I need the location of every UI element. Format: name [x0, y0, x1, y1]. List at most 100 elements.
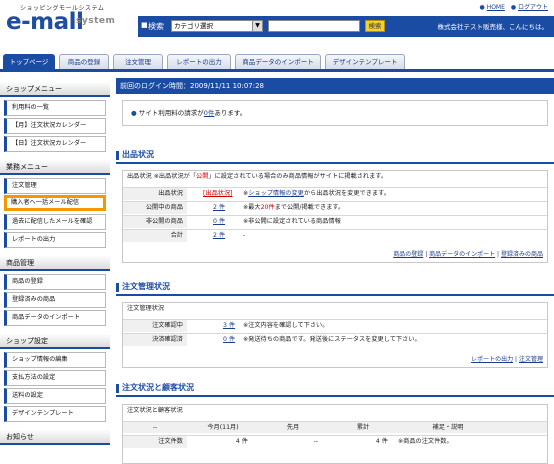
tab-bar: トップページ 商品の登録 注文管理 レポートの出力 商品データのインポート デザ…: [0, 50, 554, 72]
customers-box: 注文状況と顧客状況 -- 今月(11月) 先月 累計 補足・説明 注文件数 4 …: [122, 404, 548, 464]
search-input[interactable]: [268, 20, 360, 32]
sidebar-item-product-register[interactable]: 商品の登録: [4, 274, 106, 290]
logout-icon: ●: [510, 4, 517, 11]
tab-report-output[interactable]: レポートの出力: [167, 54, 231, 69]
total-count[interactable]: 2 件: [213, 230, 243, 242]
sidebar-item-design-template[interactable]: デザインテンプレート: [4, 406, 106, 422]
customers-caption: 注文状況と顧客状況: [127, 407, 183, 414]
column-header: 今月(11月): [207, 424, 239, 431]
table-row: 決済確認済 0 件 ※発送待ちの商品です。発送後にステータスを変更して下さい。: [123, 333, 547, 346]
logout-link[interactable]: ログアウト: [518, 4, 548, 11]
chevron-down-icon[interactable]: ▼: [252, 21, 262, 31]
row-label: 合計: [123, 230, 187, 242]
user-greeting: 株式会社テスト販売様、こんにちは。: [437, 23, 549, 31]
customers-section-title: 注文状況と顧客状況: [116, 381, 554, 397]
sidebar-shop-settings-title: ショップ設定: [0, 334, 110, 349]
sidebar-item-daily-calendar[interactable]: 【日】注文状況カレンダー: [4, 136, 106, 152]
total-value: 4 件: [375, 438, 388, 445]
tab-product-import[interactable]: 商品データのインポート: [235, 54, 321, 69]
row-note: ※最大20件まで公開/掲載できます。: [243, 204, 345, 211]
last-login-bar: 前回のログイン時間：2009/11/11 10:07:28: [116, 78, 554, 94]
table-row: 注文件数 4 件 -- 4 件 ※商品の注文件数。: [123, 435, 547, 448]
notice-suffix: あります。: [214, 109, 247, 117]
home-link[interactable]: HOME: [487, 4, 505, 11]
sidebar-item-monthly-calendar[interactable]: 【月】注文状況カレンダー: [4, 118, 106, 134]
sidebar-work-menu-title: 業務メニュー: [0, 160, 110, 175]
logo[interactable]: e-mall: [6, 11, 84, 34]
paid-count[interactable]: 0 件: [223, 334, 243, 346]
sidebar-news-title: お知らせ: [0, 430, 110, 445]
sidebar-item-product-import[interactable]: 商品データのインポート: [4, 310, 106, 326]
sidebar-item-report[interactable]: レポートの出力: [4, 232, 106, 248]
orders-section-title: 注文管理状況: [116, 280, 554, 296]
search-icon: ■: [141, 21, 148, 29]
table-row: 出品状況 [出品状況] ※ショップ情報の変更から出品状況を変更できます。: [123, 187, 547, 200]
pending-count[interactable]: 3 件: [223, 320, 243, 332]
category-select[interactable]: カテゴリ選択 ▼: [171, 20, 263, 32]
search-bar: ■ 検索 カテゴリ選択 ▼ 検索 株式会社テスト販売様、こんにちは。: [138, 16, 554, 37]
row-label: 出品状況: [123, 188, 187, 200]
bullet-icon: ●: [131, 109, 137, 117]
listing-box: 出品状況 ※出品状況が「公開」に設定されている場合のみ商品情報がサイトに掲載され…: [122, 170, 548, 263]
row-note: ※非公開に設定されている商品情報: [243, 218, 341, 225]
sidebar-item-payment-settings[interactable]: 支払方法の設定: [4, 370, 106, 386]
order-management-link[interactable]: 注文管理: [519, 356, 543, 363]
sidebar-item-shop-info[interactable]: ショップ情報の編集: [4, 352, 106, 368]
column-header: 補足・説明: [432, 424, 464, 431]
tab-design-template[interactable]: デザインテンプレート: [325, 54, 405, 69]
sidebar-item-orders[interactable]: 注文管理: [4, 178, 106, 194]
listing-caption: 出品状況 ※出品状況が「公開」に設定されている場合のみ商品情報がサイトに掲載され…: [127, 173, 388, 180]
search-button[interactable]: 検索: [365, 20, 385, 32]
column-header: --: [152, 424, 158, 431]
row-note: -: [243, 232, 246, 239]
last-month-value: --: [313, 438, 318, 445]
sidebar-item-mail-history[interactable]: 過去に配信したメールを確認: [4, 214, 106, 230]
search-label: 検索: [148, 22, 164, 31]
row-label: 注文確認中: [123, 320, 187, 332]
orders-caption: 注文管理状況: [127, 305, 165, 312]
sidebar-item-shipping-settings[interactable]: 送料の設定: [4, 388, 106, 404]
private-count[interactable]: 0 件: [213, 216, 243, 228]
home-icon: ●: [479, 4, 485, 11]
sidebar-item-usage-fees[interactable]: 利用料の一覧: [4, 100, 106, 116]
row-label: 決済確認済: [123, 334, 187, 346]
orders-box: 注文管理状況 注文確認中 3 件 ※注文内容を確認して下さい。 決済確認済 0 …: [122, 302, 548, 368]
product-import-link[interactable]: 商品データのインポート: [429, 251, 495, 258]
listing-status-link[interactable]: [出品状況]: [203, 188, 243, 200]
row-label: 注文件数: [123, 436, 187, 448]
row-note: ※注文内容を確認して下さい。: [243, 322, 329, 329]
report-output-link[interactable]: レポートの出力: [471, 356, 513, 363]
category-select-value: カテゴリ選択: [174, 22, 213, 30]
sidebar-item-registered-products[interactable]: 登録済みの商品: [4, 292, 106, 308]
row-note: ※発送待ちの商品です。発送後にステータスを変更して下さい。: [243, 336, 421, 343]
table-row: 公開中の商品 2 件 ※最大20件まで公開/掲載できます。: [123, 201, 547, 214]
row-note: ※商品の注文件数。: [398, 438, 453, 445]
this-month-value: 4 件: [235, 438, 248, 445]
sidebar-shop-menu-title: ショップメニュー: [0, 82, 110, 97]
table-row: 非公開の商品 0 件 ※非公開に設定されている商品情報: [123, 215, 547, 228]
row-label: 公開中の商品: [123, 202, 187, 214]
tab-product-register[interactable]: 商品の登録: [59, 54, 109, 69]
usage-fee-notice: ● サイト利用料の請求が0件あります。: [122, 100, 548, 126]
listing-links: 商品の登録 | 商品データのインポート | 登録済みの商品: [393, 251, 543, 258]
sidebar-product-menu-title: 商品管理: [0, 256, 110, 271]
tab-order-management[interactable]: 注文管理: [113, 54, 163, 69]
table-row: 合計 2 件 -: [123, 229, 547, 242]
column-header: 先月: [286, 424, 300, 431]
sidebar-item-bulk-mail[interactable]: 購入者へ一括メール配信: [4, 195, 106, 211]
tab-top[interactable]: トップページ: [3, 54, 55, 69]
notice-count-link[interactable]: 0件: [204, 109, 215, 117]
table-header-row: -- 今月(11月) 先月 累計 補足・説明: [123, 421, 547, 433]
logo-sub: system: [76, 16, 116, 26]
product-register-link[interactable]: 商品の登録: [393, 251, 423, 258]
listing-section-title: 出品状況: [116, 148, 554, 164]
row-note: ※ショップ情報の変更から出品状況を変更できます。: [243, 190, 390, 197]
notice-text: サイト利用料の請求が: [138, 109, 204, 117]
row-label: 非公開の商品: [123, 216, 187, 228]
public-count[interactable]: 2 件: [213, 202, 243, 214]
registered-products-link[interactable]: 登録済みの商品: [501, 251, 543, 258]
table-row: 注文確認中 3 件 ※注文内容を確認して下さい。: [123, 319, 547, 332]
column-header: 累計: [356, 424, 370, 431]
orders-links: レポートの出力 | 注文管理: [471, 356, 543, 363]
shop-info-link[interactable]: ショップ情報の変更: [248, 190, 304, 197]
